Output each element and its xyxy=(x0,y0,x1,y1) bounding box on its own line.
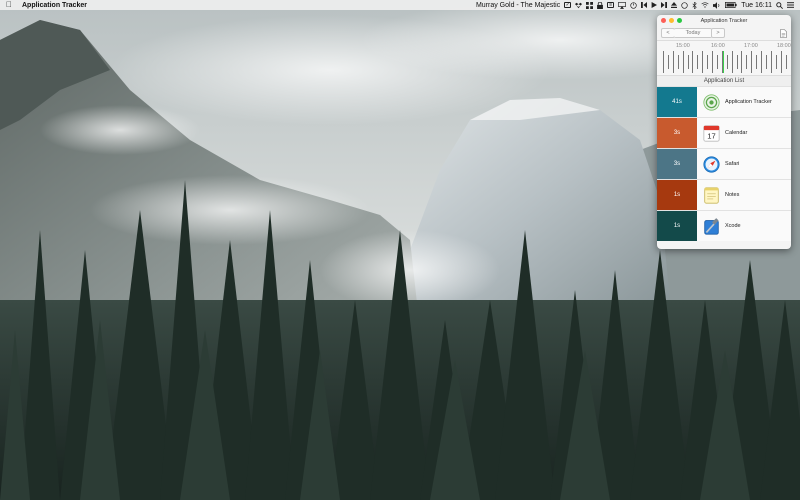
application-tracker-window: Application Tracker < Today > 15:00 16:0… xyxy=(657,15,791,249)
timer-icon[interactable] xyxy=(630,0,637,10)
timeline-tick xyxy=(672,51,674,73)
export-document-icon[interactable] xyxy=(779,28,787,38)
app-name: Xcode xyxy=(725,223,741,229)
timeline-tick xyxy=(707,55,709,69)
window-title: Application Tracker xyxy=(700,17,748,24)
timeline-tick xyxy=(741,51,743,73)
timeline-tick xyxy=(770,51,772,73)
calendar-day-text: 17 xyxy=(707,131,716,140)
notes-icon xyxy=(702,186,720,204)
timeline-tick xyxy=(677,55,679,69)
notification-center-icon[interactable] xyxy=(787,0,794,10)
timeline-tick xyxy=(726,55,728,69)
list-item[interactable]: 3s 17 Calendar xyxy=(657,117,791,148)
hammer-icon xyxy=(702,217,720,235)
timeline-label: 16:00 xyxy=(711,43,725,49)
compass-icon xyxy=(702,155,720,173)
lock-icon[interactable] xyxy=(597,0,604,10)
list-item[interactable]: 1s Xcode xyxy=(657,210,791,241)
close-button[interactable] xyxy=(661,18,666,23)
timeline-tick xyxy=(687,55,689,69)
minimize-button[interactable] xyxy=(669,18,674,23)
grid-icon[interactable] xyxy=(586,0,594,10)
timeline-tick xyxy=(746,55,748,69)
app-name: Application Tracker xyxy=(725,99,772,105)
clock-text[interactable]: Tue 16:11 xyxy=(741,2,772,9)
timeline-tick xyxy=(731,51,733,73)
timeline-label: 15:00 xyxy=(676,43,690,49)
dropbox-icon[interactable] xyxy=(575,0,583,10)
today-button[interactable]: Today xyxy=(674,28,712,38)
next-day-button[interactable]: > xyxy=(711,28,725,38)
app-name: Notes xyxy=(725,192,740,198)
duration-badge: 1s xyxy=(657,180,697,210)
application-list-header: Application List xyxy=(657,76,791,86)
wifi-icon[interactable] xyxy=(701,0,709,10)
bluetooth-icon[interactable] xyxy=(692,0,697,10)
timeline-label: 18:00 xyxy=(777,43,791,49)
timeline-tick xyxy=(692,51,694,73)
menu-bar:  Application Tracker Murray Gold - The … xyxy=(0,0,800,10)
timeline-tick xyxy=(682,51,684,73)
window-controls xyxy=(661,18,682,23)
timeline-label: 17:00 xyxy=(744,43,758,49)
list-item[interactable]: 1s Notes xyxy=(657,179,791,210)
menu-status-area: Murray Gold - The Majestic ✓ ≡ Tue 16:11 xyxy=(476,0,800,10)
timeline-tick xyxy=(716,55,718,69)
duration-badge: 1s xyxy=(657,211,697,241)
app-name: Safari xyxy=(725,161,740,167)
timeline-tick xyxy=(702,51,704,73)
volume-icon[interactable] xyxy=(713,0,721,10)
search-icon[interactable] xyxy=(776,0,783,10)
play-icon[interactable] xyxy=(651,0,658,10)
timeline-tick xyxy=(780,51,782,73)
target-icon xyxy=(702,93,720,111)
timeline-tick xyxy=(663,51,664,73)
previous-day-button[interactable]: < xyxy=(661,28,675,38)
window-toolbar: < Today > xyxy=(657,26,791,41)
now-playing-text[interactable]: Murray Gold - The Majestic xyxy=(476,2,560,9)
timeline-ruler[interactable]: 15:00 16:00 17:00 18:00 xyxy=(657,41,791,76)
zoom-button[interactable] xyxy=(677,18,682,23)
calendar-icon: 17 xyxy=(702,124,720,142)
timeline-tick xyxy=(761,51,762,73)
list-item[interactable]: 41s Application Tracker xyxy=(657,86,791,117)
next-track-icon[interactable] xyxy=(661,0,668,10)
sync-icon[interactable] xyxy=(681,0,688,10)
timeline-tick xyxy=(756,55,758,69)
duration-badge: 3s xyxy=(657,118,697,148)
battery-icon[interactable] xyxy=(725,0,737,10)
airplay-icon[interactable] xyxy=(618,0,627,10)
menu-extra-icon[interactable]: ≡ xyxy=(607,0,615,10)
timeline-tick xyxy=(667,55,669,69)
timeline-tick xyxy=(785,55,787,69)
current-time-indicator xyxy=(723,51,724,73)
previous-track-icon[interactable] xyxy=(641,0,648,10)
timeline-tick xyxy=(736,55,738,69)
menu-app-name[interactable]: Application Tracker xyxy=(22,2,87,9)
app-name: Calendar xyxy=(725,130,748,136)
duration-badge: 41s xyxy=(657,87,697,117)
timeline-tick xyxy=(751,51,753,73)
extension-icon[interactable]: ✓ xyxy=(564,0,572,10)
timeline-tick xyxy=(765,55,767,69)
timeline-tick xyxy=(712,51,713,73)
apple-icon[interactable]:  xyxy=(6,0,12,10)
timeline-tick xyxy=(775,55,777,69)
eject-icon[interactable] xyxy=(671,0,678,10)
duration-badge: 3s xyxy=(657,149,697,179)
timeline-tick xyxy=(697,55,699,69)
window-titlebar[interactable]: Application Tracker xyxy=(657,15,791,26)
list-item[interactable]: 3s Safari xyxy=(657,148,791,179)
